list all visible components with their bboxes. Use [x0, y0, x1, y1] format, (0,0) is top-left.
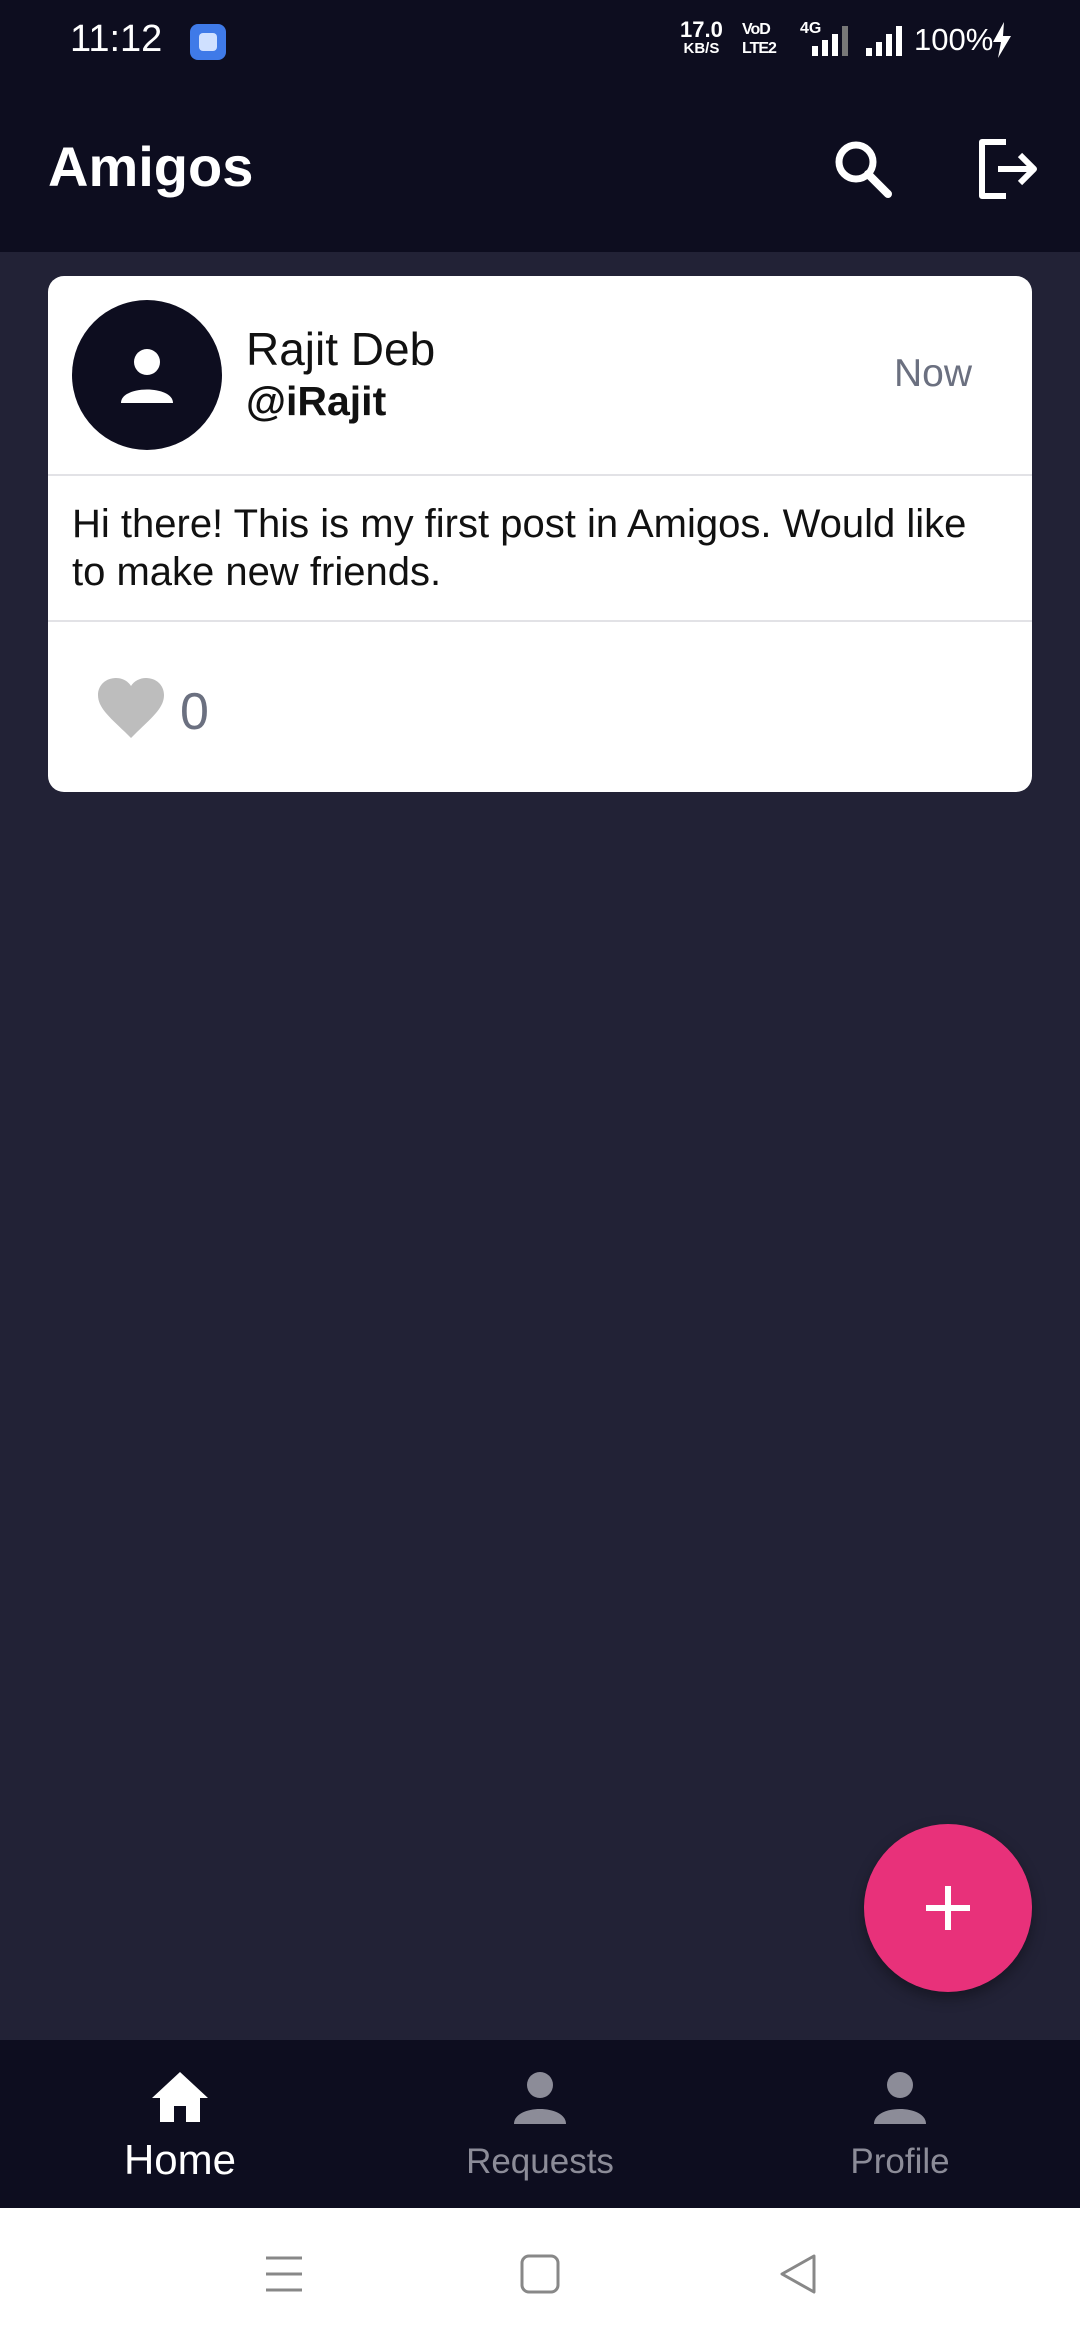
logout-button[interactable] — [972, 134, 1042, 204]
search-button[interactable] — [828, 134, 898, 204]
like-count: 0 — [180, 683, 209, 741]
post-header: Rajit Deb @iRajit Now — [48, 276, 1032, 474]
charging-icon — [993, 22, 1011, 58]
app-bar: Amigos — [0, 82, 1080, 252]
app-title: Amigos — [48, 135, 254, 198]
author-name[interactable]: Rajit Deb — [246, 322, 435, 376]
status-time: 11:12 — [70, 18, 163, 60]
nav-label-requests: Requests — [466, 2142, 614, 2181]
volte-indicator: VoD LTE2 — [742, 21, 777, 57]
signal-icon-sim1 — [812, 26, 848, 56]
logout-icon — [979, 139, 1037, 199]
nav-item-requests[interactable]: Requests — [360, 2040, 720, 2208]
battery-level: 100% — [914, 22, 994, 57]
person-icon — [874, 2072, 926, 2124]
person-icon — [514, 2072, 566, 2124]
back-triangle-icon[interactable] — [776, 2252, 820, 2296]
divider — [48, 620, 1032, 622]
plus-icon — [926, 1886, 970, 1930]
recents-menu-icon[interactable] — [262, 2252, 306, 2296]
network-speed: 17.0 KB/S — [680, 17, 723, 58]
post-timestamp: Now — [893, 352, 972, 395]
heart-icon[interactable] — [98, 678, 164, 740]
search-icon — [835, 141, 892, 198]
signal-icon-sim2 — [866, 26, 902, 56]
home-square-icon[interactable] — [518, 2252, 562, 2296]
nav-label-profile: Profile — [850, 2142, 950, 2181]
nav-item-home[interactable]: Home — [0, 2040, 360, 2208]
post-card[interactable]: Rajit Deb @iRajit Now Hi there! This is … — [48, 276, 1032, 792]
system-nav-bar — [0, 2208, 1080, 2340]
bottom-nav: Home Requests Profile — [0, 2040, 1080, 2208]
nav-label-home: Home — [123, 2136, 237, 2183]
avatar[interactable] — [72, 300, 222, 450]
author-handle[interactable]: @iRajit — [246, 378, 386, 425]
home-icon — [152, 2072, 208, 2122]
app-notification-icon — [190, 24, 226, 60]
status-bar: 11:12 17.0 KB/S VoD LTE2 4G 100% — [0, 0, 1080, 82]
divider — [48, 474, 1032, 476]
post-body: Hi there! This is my first post in Amigo… — [72, 502, 967, 594]
nav-item-profile[interactable]: Profile — [720, 2040, 1080, 2208]
add-post-button[interactable] — [864, 1824, 1032, 1992]
person-icon — [121, 349, 173, 403]
